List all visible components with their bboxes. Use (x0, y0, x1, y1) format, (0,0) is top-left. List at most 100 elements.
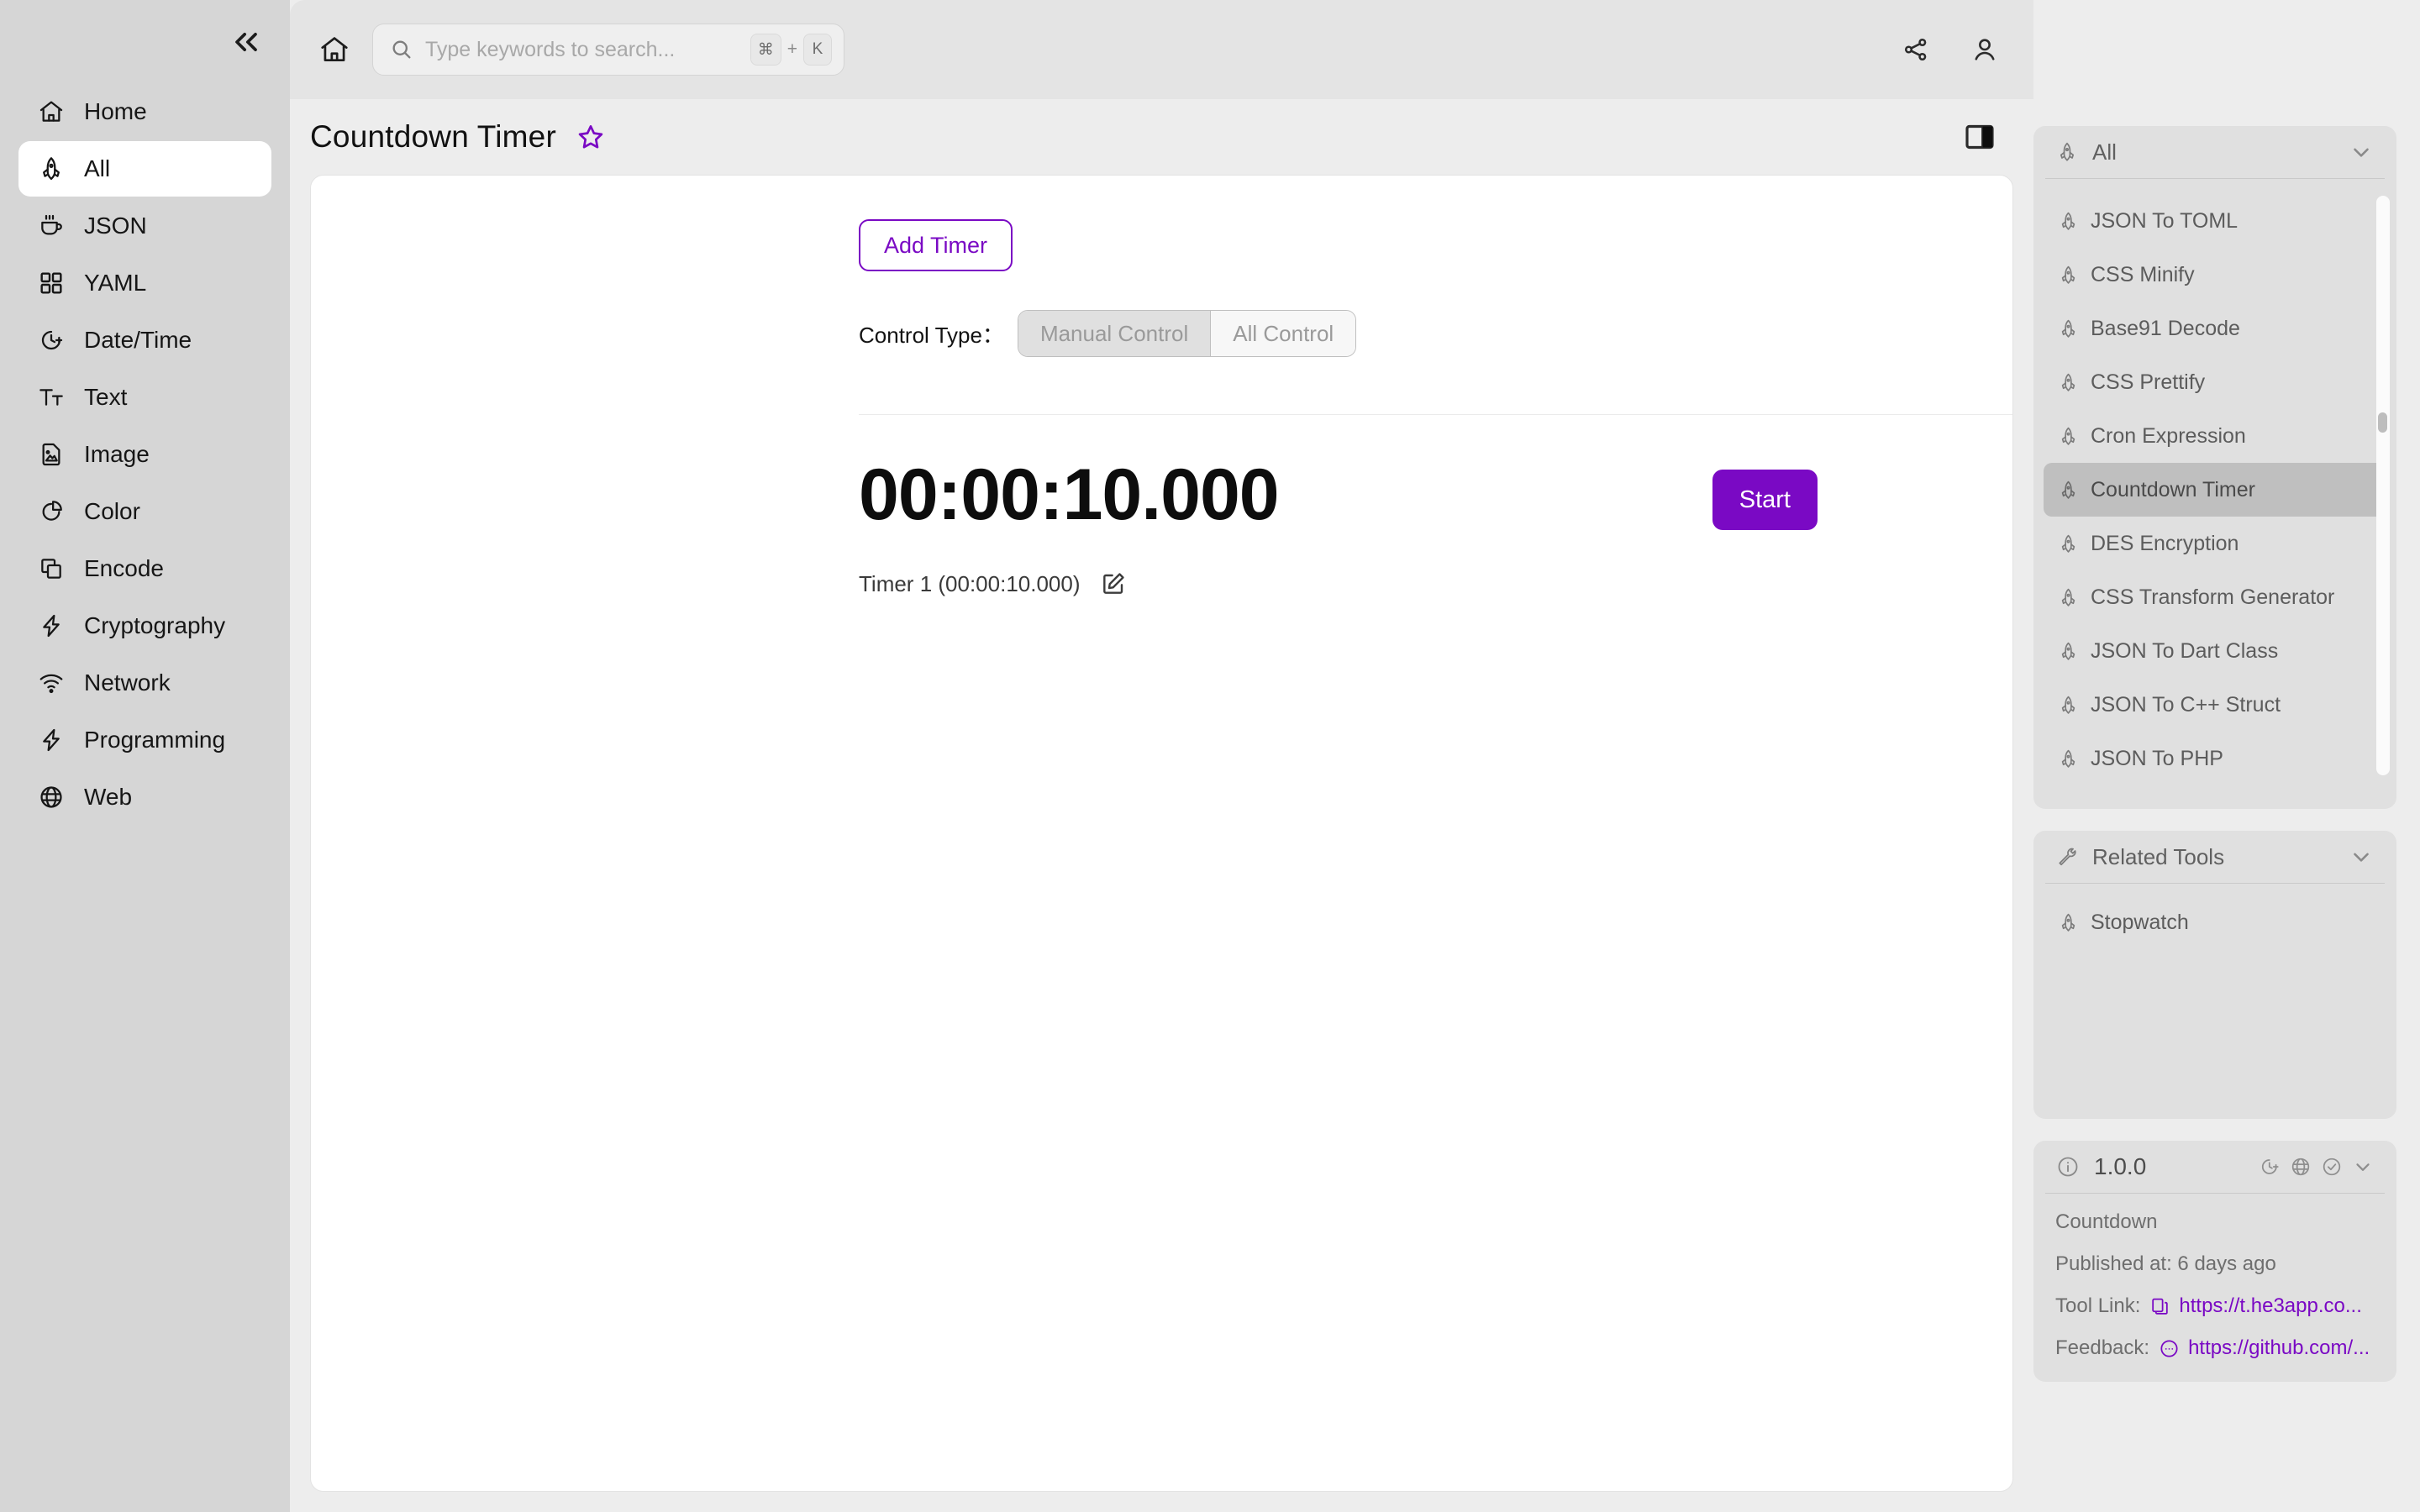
sidebar-item-web[interactable]: Web (18, 769, 271, 825)
list-item-label: JSON To Dart Class (2091, 638, 2279, 663)
shortcut-k-key: K (803, 34, 832, 66)
page-title: Countdown Timer (310, 119, 556, 154)
share-icon[interactable] (1899, 33, 1933, 66)
chevron-down-icon[interactable] (2348, 843, 2375, 870)
list-item[interactable]: CSS Minify (2044, 248, 2386, 302)
list-item-label: CSS Prettify (2091, 370, 2206, 394)
globe-icon (37, 783, 66, 811)
tool-link[interactable]: https://t.he3app.co... (2149, 1294, 2362, 1318)
timer-label-row: Timer 1 (00:00:10.000) (859, 570, 1475, 598)
tool-body: Add Timer Control Type： Manual Control A… (311, 219, 2012, 598)
globe-icon[interactable] (2289, 1155, 2312, 1179)
sidebar-item-datetime[interactable]: Date/Time (18, 312, 271, 368)
list-item[interactable]: JSON To Dart Class (2044, 624, 2386, 678)
chevron-down-icon[interactable] (2348, 139, 2375, 165)
sidebar-item-network[interactable]: Network (18, 655, 271, 711)
start-button[interactable]: Start (1712, 470, 1818, 530)
user-icon[interactable] (1968, 33, 2002, 66)
rocket-icon (2057, 264, 2079, 286)
sidebar-nav: Home All JSON YAML Date/Time Text Image … (0, 84, 290, 825)
rocket-icon (2057, 479, 2079, 501)
tab-manual-control[interactable]: Manual Control (1018, 311, 1211, 356)
rocket-icon (2057, 586, 2079, 608)
rocket-icon (2057, 640, 2079, 662)
image-icon (37, 440, 66, 469)
list-item[interactable]: JSON To C++ Struct (2044, 678, 2386, 732)
sidebar-item-all[interactable]: All (18, 141, 271, 197)
control-type-row: Control Type： Manual Control All Control (859, 310, 2012, 357)
search-input[interactable]: Type keywords to search... (425, 38, 739, 62)
tool-name: Countdown (2055, 1210, 2158, 1233)
sidebar-item-json[interactable]: JSON (18, 198, 271, 254)
rocket-icon (2057, 911, 2079, 933)
tool-link-row: Tool Link: https://t.he3app.co... (2055, 1294, 2375, 1318)
bolt-icon (37, 726, 66, 754)
sidebar-item-label: Encode (84, 555, 164, 581)
search-icon (390, 38, 413, 61)
scrollbar-track[interactable] (2376, 196, 2390, 775)
info-circle-icon (2055, 1154, 2081, 1179)
sidebar-item-programming[interactable]: Programming (18, 712, 271, 768)
version-panel-header: 1.0.0 (2033, 1141, 2396, 1193)
list-item[interactable]: CSS Transform Generator (2044, 570, 2386, 624)
related-tools-panel-header: Related Tools (2033, 831, 2396, 883)
coffee-icon (37, 212, 66, 240)
sidebar-item-cryptography[interactable]: Cryptography (18, 598, 271, 654)
related-tools-panel-title: Related Tools (2092, 843, 2225, 869)
timer-display: 00:00:10.000 (859, 454, 1280, 535)
star-icon[interactable] (575, 121, 607, 153)
list-item-stopwatch[interactable]: Stopwatch (2044, 895, 2386, 949)
list-item-countdown-timer[interactable]: Countdown Timer (2044, 463, 2386, 517)
sidebar-item-label: All (84, 155, 111, 181)
sidebar-item-label: JSON (84, 213, 147, 239)
sidebar-item-label: Cryptography (84, 612, 226, 638)
control-type-segmented: Manual Control All Control (1017, 310, 1357, 357)
list-item[interactable]: DES Encryption (2044, 517, 2386, 570)
list-item-label: CSS Transform Generator (2091, 585, 2335, 609)
list-item[interactable]: Base91 Decode (2044, 302, 2386, 355)
content-card: Add Timer Control Type： Manual Control A… (310, 175, 2013, 1492)
all-tools-panel: All JSON To TOML CSS Minify Base91 Decod… (2033, 126, 2396, 809)
list-item-label: DES Encryption (2091, 531, 2239, 555)
sidebar-item-label: Date/Time (84, 327, 192, 353)
sidebar-item-yaml[interactable]: YAML (18, 255, 271, 311)
list-item[interactable]: JSON To PHP (2044, 732, 2386, 785)
rocket-icon (2057, 694, 2079, 716)
timer-row: 00:00:10.000 Timer 1 (00:00:10.000) Star… (859, 415, 2012, 598)
rocket-icon (2057, 533, 2079, 554)
home-icon[interactable] (315, 30, 354, 69)
sidebar-item-home[interactable]: Home (18, 84, 271, 139)
list-item-label: Countdown Timer (2091, 477, 2255, 501)
check-circle-icon[interactable] (2320, 1155, 2344, 1179)
list-item[interactable]: JSON To TOML (2044, 194, 2386, 248)
list-item[interactable]: Cron Expression (2044, 409, 2386, 463)
sidebar-item-label: Programming (84, 727, 226, 753)
tab-all-control[interactable]: All Control (1210, 311, 1356, 356)
search-shortcut: ⌘ + K (750, 34, 832, 66)
rocket-icon (2057, 748, 2079, 769)
add-timer-button[interactable]: Add Timer (859, 219, 1013, 271)
related-tools-panel: Related Tools Stopwatch (2033, 831, 2396, 1119)
rocket-icon (2057, 371, 2079, 393)
right-panel-toggle-icon[interactable] (1963, 120, 1996, 154)
history-icon[interactable] (2258, 1155, 2281, 1179)
chevron-down-icon[interactable] (2351, 1155, 2375, 1179)
sidebar-item-color[interactable]: Color (18, 484, 271, 539)
edit-icon[interactable] (1099, 570, 1128, 598)
sidebar-item-text[interactable]: Text (18, 370, 271, 425)
search-bar[interactable]: Type keywords to search... ⌘ + K (372, 24, 844, 76)
version-panel-actions (2258, 1155, 2375, 1179)
shortcut-plus: + (786, 39, 797, 59)
bolt-icon (37, 612, 66, 640)
scrollbar-thumb[interactable] (2378, 412, 2387, 433)
related-tools-list: Stopwatch (2033, 884, 2396, 1119)
copy-icon (37, 554, 66, 583)
list-item[interactable]: CSS Prettify (2044, 355, 2386, 409)
sidebar-item-encode[interactable]: Encode (18, 541, 271, 596)
sidebar-collapse-icon[interactable] (228, 24, 265, 60)
rocket-icon (2057, 425, 2079, 447)
rocket-icon (2057, 318, 2079, 339)
feedback-link[interactable]: https://github.com/... (2158, 1336, 2370, 1360)
sidebar-item-image[interactable]: Image (18, 427, 271, 482)
rocket-icon (2057, 210, 2079, 232)
